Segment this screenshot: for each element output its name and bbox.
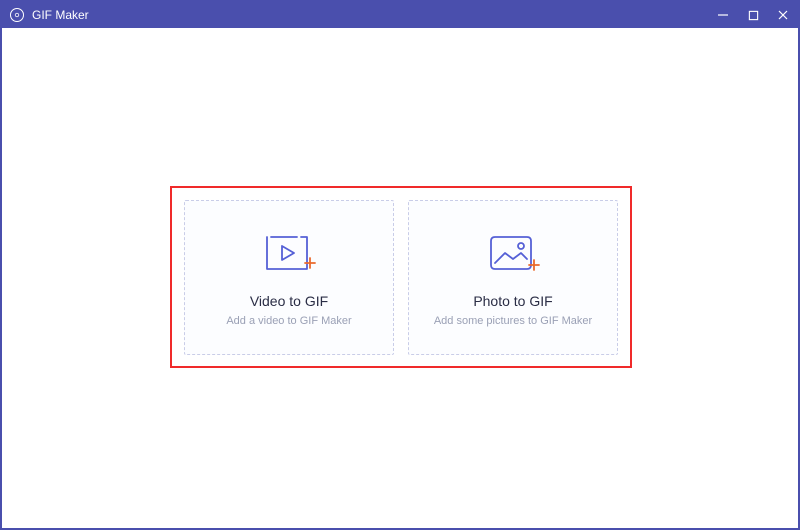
video-card-title: Video to GIF <box>250 293 328 309</box>
photo-card-subtitle: Add some pictures to GIF Maker <box>434 315 592 327</box>
video-to-gif-card[interactable]: Video to GIF Add a video to GIF Maker <box>184 200 394 355</box>
video-play-icon <box>257 227 321 279</box>
window-controls <box>716 8 790 22</box>
app-title: GIF Maker <box>32 8 89 22</box>
app-window: GIF Maker <box>0 0 800 530</box>
photo-image-icon <box>481 227 545 279</box>
video-card-subtitle: Add a video to GIF Maker <box>226 315 351 327</box>
highlight-box: Video to GIF Add a video to GIF Maker <box>170 186 632 368</box>
close-button[interactable] <box>776 8 790 22</box>
photo-card-title: Photo to GIF <box>473 293 552 309</box>
titlebar: GIF Maker <box>2 2 798 28</box>
content-area: Video to GIF Add a video to GIF Maker <box>2 28 798 528</box>
maximize-button[interactable] <box>746 8 760 22</box>
minimize-button[interactable] <box>716 8 730 22</box>
app-icon <box>10 8 24 22</box>
photo-to-gif-card[interactable]: Photo to GIF Add some pictures to GIF Ma… <box>408 200 618 355</box>
